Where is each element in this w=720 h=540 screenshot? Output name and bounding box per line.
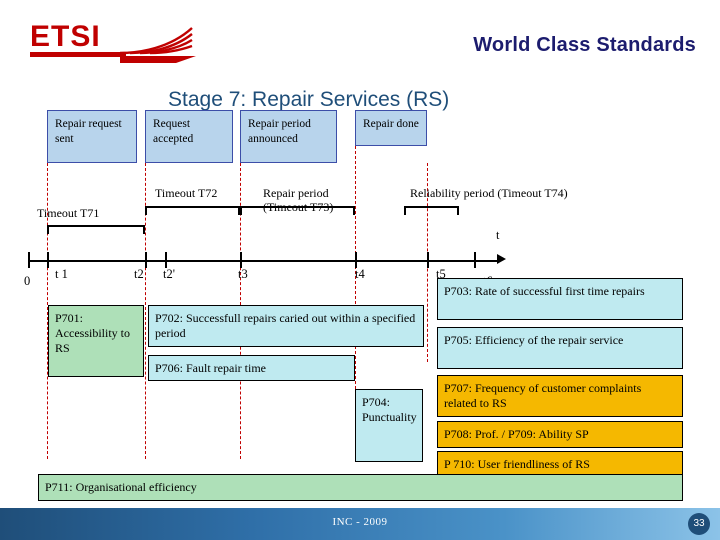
kpi-box-p707: P707: Frequency of customer complaints r… — [437, 375, 683, 417]
slide-body: Stage 7: Repair Services (RS) Repair req… — [0, 84, 720, 540]
timeline-tick-origin — [28, 252, 30, 268]
period-label-reliability-period-t74: Reliability period (Timeout T74) — [410, 186, 568, 200]
etsi-logo-bar — [30, 52, 126, 57]
timeline-tick-t3 — [240, 252, 242, 268]
state-box-repair-request-sent: Repair request sent — [47, 110, 137, 163]
kpi-box-p703: P703: Rate of successful first time repa… — [437, 278, 683, 320]
timeline-axis-label: t — [496, 228, 500, 242]
kpi-box-p704: P704: Punctuality — [355, 389, 423, 462]
kpi-box-p705: P705: Efficiency of the repair service — [437, 327, 683, 369]
slide-footer: INC - 2009 33 — [0, 508, 720, 540]
kpi-box-p711: P711: Organisational efficiency — [38, 474, 683, 501]
timeline-tick-t2 — [145, 252, 147, 268]
slide-header: ETSI World Class Standards — [0, 0, 720, 84]
page-number-badge: 33 — [688, 513, 710, 535]
slide-title: Stage 7: Repair Services (RS) — [168, 88, 450, 111]
kpi-box-p706: P706: Fault repair time — [148, 355, 355, 381]
timeline-tick-t2p — [165, 252, 167, 268]
state-box-request-accepted: Request accepted — [145, 110, 233, 163]
state-box-repair-done: Repair done — [355, 110, 427, 146]
timeline-axis — [28, 260, 500, 262]
kpi-box-p701: P701: Accessibility to RS — [48, 305, 144, 377]
timeline-label-t2-prime: t2' — [163, 267, 175, 281]
etsi-logo-text: ETSI — [30, 20, 101, 53]
timeline-tick-t6 — [474, 252, 476, 268]
period-label-timeout-t72: Timeout T72 — [155, 186, 218, 200]
timeline-label-origin: 0 — [24, 274, 31, 288]
footer-text: INC - 2009 — [332, 516, 388, 528]
timeline-label-t4: t4 — [355, 267, 365, 281]
etsi-swoosh-icon — [119, 27, 196, 63]
timeline-label-t2: t2 — [134, 267, 144, 281]
kpi-box-p702: P702: Successfull repairs caried out wit… — [148, 305, 424, 347]
timeline-tick-t5 — [427, 252, 429, 268]
etsi-logo: ETSI — [30, 18, 196, 66]
timeline-label-t1: t 1 — [55, 267, 68, 281]
timeline-tick-t4 — [355, 252, 357, 268]
timeline-arrow-icon — [497, 254, 506, 264]
state-box-repair-period-announced: Repair period announced — [240, 110, 337, 163]
period-label-timeout-t71: Timeout T71 — [37, 206, 100, 220]
timeline-label-t3: t3 — [238, 267, 248, 281]
banner-tagline: World Class Standards — [473, 34, 696, 56]
kpi-box-p708-p709: P708: Prof. / P709: Ability SP — [437, 421, 683, 448]
timeline-tick-t1 — [47, 252, 49, 268]
